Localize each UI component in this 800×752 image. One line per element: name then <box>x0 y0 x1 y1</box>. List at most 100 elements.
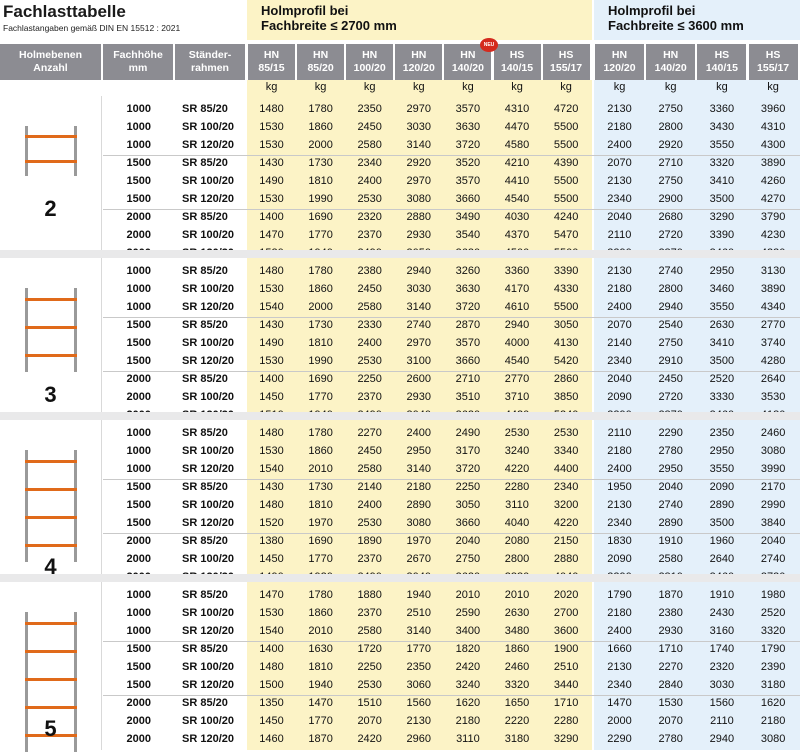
load-value-cell: 3500 <box>709 517 735 529</box>
load-value-cell: 5500 <box>553 121 579 133</box>
fachhoehe-cell: 1500 <box>126 499 151 511</box>
load-value-cell: 1730 <box>308 157 333 169</box>
load-value-cell: 3340 <box>553 445 579 457</box>
load-value-cell: 2090 <box>607 553 632 565</box>
fachhoehe-cell: 1500 <box>126 319 151 331</box>
load-value-cell: 5500 <box>553 139 579 151</box>
load-value-cell: 2280 <box>504 481 530 493</box>
unit-label: kg <box>314 81 327 93</box>
load-value-cell: 1690 <box>308 373 333 385</box>
load-value-cell: 2400 <box>357 175 382 187</box>
load-value-cell: 3410 <box>709 175 735 187</box>
page-subtitle: Fachlastangaben gemäß DIN EN 15512 : 202… <box>3 23 181 33</box>
load-value-cell: 2000 <box>308 301 333 313</box>
load-value-cell: 3540 <box>455 229 481 241</box>
load-value-cell: 2430 <box>709 607 735 619</box>
load-value-cell: 2070 <box>607 157 632 169</box>
load-value-cell: 2960 <box>406 733 432 745</box>
column-header-label: HN 85/15 <box>258 49 285 74</box>
load-value-cell: 2640 <box>709 553 735 565</box>
section-gap <box>0 250 800 258</box>
upright-post <box>74 126 77 176</box>
column-header: HN 100/20 <box>346 44 394 80</box>
load-value-cell: 2010 <box>308 463 333 475</box>
load-value-cell: 3990 <box>760 463 786 475</box>
load-value-cell: 1480 <box>259 265 284 277</box>
fachhoehe-cell: 1000 <box>126 139 151 151</box>
load-value-cell: 4720 <box>553 103 579 115</box>
load-value-cell: 2930 <box>406 391 432 403</box>
load-value-cell: 3080 <box>760 445 786 457</box>
load-value-cell: 2950 <box>658 463 683 475</box>
fachhoehe-cell: 2000 <box>126 391 151 403</box>
load-value-cell: 1810 <box>308 661 333 673</box>
load-value-cell: 1720 <box>357 643 382 655</box>
load-value-cell: 2450 <box>658 373 683 385</box>
fachhoehe-cell: 1000 <box>126 283 151 295</box>
load-value-cell: 2580 <box>658 553 683 565</box>
load-value-cell: 5500 <box>553 193 579 205</box>
fachhoehe-cell: 1000 <box>126 589 151 601</box>
load-value-cell: 2530 <box>357 517 382 529</box>
rahmen-cell: SR 120/20 <box>182 625 234 637</box>
load-value-cell: 2940 <box>504 319 530 331</box>
unit-label: kg <box>613 81 626 93</box>
load-value-cell: 1470 <box>259 589 284 601</box>
column-header: Fachhöhe mm <box>103 44 173 80</box>
load-value-cell: 2930 <box>658 625 683 637</box>
load-value-cell: 2130 <box>607 661 632 673</box>
rahmen-cell: SR 100/20 <box>182 283 234 295</box>
load-value-cell: 3630 <box>455 283 481 295</box>
load-value-cell: 2270 <box>658 661 683 673</box>
load-value-cell: 1970 <box>406 535 432 547</box>
load-value-cell: 2180 <box>607 121 632 133</box>
load-value-cell: 1870 <box>308 733 333 745</box>
load-value-cell: 1860 <box>308 607 333 619</box>
load-value-cell: 2740 <box>760 553 786 565</box>
load-value-cell: 4030 <box>504 211 530 223</box>
load-value-cell: 2040 <box>760 535 786 547</box>
load-value-cell: 1770 <box>308 715 333 727</box>
load-value-cell: 3240 <box>455 679 481 691</box>
load-value-cell: 1430 <box>259 319 284 331</box>
load-value-cell: 3570 <box>455 175 481 187</box>
column-header-label: HN 120/20 <box>603 49 636 74</box>
load-value-cell: 2390 <box>760 661 786 673</box>
fachhoehe-cell: 2000 <box>126 229 151 241</box>
load-value-cell: 2380 <box>658 607 683 619</box>
load-value-cell: 2450 <box>357 121 382 133</box>
load-value-cell: 2750 <box>658 103 683 115</box>
load-value-cell: 1530 <box>259 445 284 457</box>
load-value-cell: 2540 <box>658 319 683 331</box>
load-value-cell: 3110 <box>505 499 529 511</box>
load-value-cell: 3510 <box>455 391 481 403</box>
column-header-label: HS 140/15 <box>500 49 534 74</box>
load-value-cell: 2370 <box>357 229 382 241</box>
unit-label: kg <box>412 81 425 93</box>
load-value-cell: 1490 <box>259 175 284 187</box>
load-value-cell: 1350 <box>259 697 284 709</box>
rahmen-cell: SR 85/20 <box>182 103 228 115</box>
column-header: HN 85/20 <box>297 44 345 80</box>
load-value-cell: 1470 <box>308 697 333 709</box>
load-value-cell: 2590 <box>455 607 481 619</box>
load-value-cell: 1950 <box>607 481 632 493</box>
load-value-cell: 2380 <box>357 265 382 277</box>
load-value-cell: 1540 <box>259 625 284 637</box>
rahmen-cell: SR 85/20 <box>182 535 228 547</box>
load-value-cell: 2080 <box>504 535 530 547</box>
load-value-cell: 1910 <box>709 589 735 601</box>
load-value-cell: 2510 <box>406 607 432 619</box>
load-value-cell: 2140 <box>357 481 382 493</box>
load-value-cell: 2740 <box>406 319 432 331</box>
load-value-cell: 2340 <box>607 679 632 691</box>
beam-rung <box>25 159 77 163</box>
load-value-cell: 2990 <box>760 499 786 511</box>
load-value-cell: 2400 <box>607 301 632 313</box>
rahmen-cell: SR 120/20 <box>182 463 234 475</box>
column-header-label: HN 120/20 <box>402 49 435 74</box>
load-value-cell: 1430 <box>259 157 284 169</box>
load-value-cell: 2070 <box>607 319 632 331</box>
load-value-cell: 1830 <box>607 535 632 547</box>
fachhoehe-cell: 1000 <box>126 625 151 637</box>
